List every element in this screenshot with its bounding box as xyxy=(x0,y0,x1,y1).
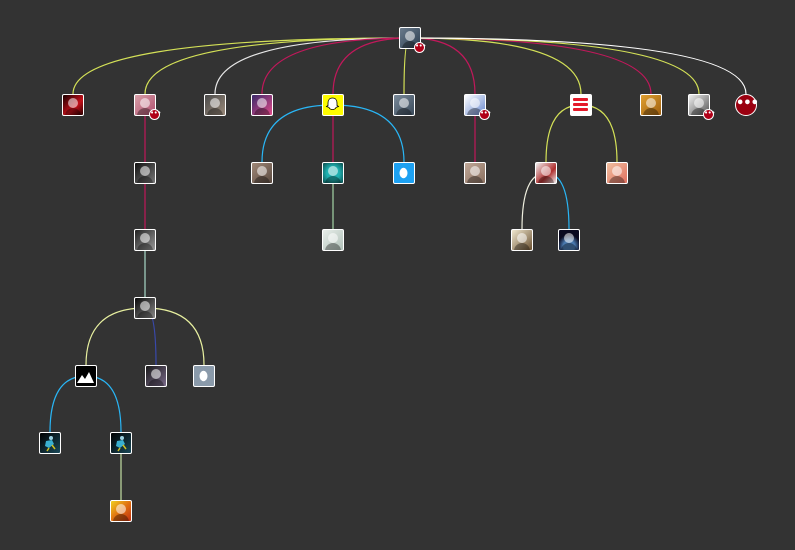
avatar-red-stripes-logo[interactable] xyxy=(570,94,592,116)
avatar-blue-figure-a[interactable] xyxy=(39,432,61,454)
avatar-man-glasses[interactable] xyxy=(393,94,415,116)
avatar-head-shape xyxy=(470,166,480,176)
avatar-head-shape xyxy=(140,166,150,176)
avatar-body-shape xyxy=(137,311,153,318)
avatar-head-shape xyxy=(399,98,409,108)
tree-connections xyxy=(49,37,747,500)
avatar-head-shape xyxy=(257,166,267,176)
avatar-bearded-man[interactable] xyxy=(204,94,226,116)
egg-icon xyxy=(399,167,408,179)
more-badge-icon[interactable]: ••• xyxy=(414,42,426,53)
avatar-body-shape xyxy=(148,379,164,386)
avatar-shrimp-illustration[interactable] xyxy=(322,229,344,251)
avatar-body-shape xyxy=(538,176,554,183)
avatar-head-shape xyxy=(564,233,574,243)
avatar-egg-default-blue[interactable] xyxy=(393,162,415,184)
avatar-body-shape xyxy=(113,514,129,521)
avatar-head-shape xyxy=(694,98,704,108)
figure-icon xyxy=(45,436,56,452)
avatar-man-photo[interactable] xyxy=(464,162,486,184)
avatar-body-shape xyxy=(467,176,483,183)
avatar-golden-statue[interactable] xyxy=(640,94,662,116)
avatar-mountain-icon[interactable] xyxy=(75,365,97,387)
avatar-head-shape xyxy=(470,98,480,108)
avatar-head-shape xyxy=(140,233,150,243)
avatar-man-hat[interactable] xyxy=(511,229,533,251)
avatar-red-figure[interactable] xyxy=(62,94,84,116)
avatar-body-shape xyxy=(561,243,577,250)
avatar-head-shape xyxy=(328,166,338,176)
avatar-head-shape xyxy=(68,98,78,108)
avatar-woman-pink[interactable] xyxy=(606,162,628,184)
avatar-teal-globe[interactable] xyxy=(322,162,344,184)
edge-n-root-n8 xyxy=(409,37,582,95)
avatar-earth-space[interactable] xyxy=(558,229,580,251)
avatar-snapchat-ghost[interactable] xyxy=(322,94,344,116)
avatar-woman-photo[interactable] xyxy=(251,162,273,184)
avatar-head-shape xyxy=(405,31,415,41)
more-badge-icon[interactable]: ••• xyxy=(149,109,161,120)
avatar-couple-selfie[interactable] xyxy=(251,94,273,116)
avatar-head-shape xyxy=(140,301,150,311)
avatar-head-shape xyxy=(140,98,150,108)
avatar-bw-portrait-b[interactable] xyxy=(134,229,156,251)
avatar-body-shape xyxy=(396,108,412,115)
mountain-icon xyxy=(77,372,94,383)
avatar-head-shape xyxy=(151,369,161,379)
avatar-body-shape xyxy=(65,108,81,115)
avatar-body-shape xyxy=(207,108,223,115)
avatar-body-shape xyxy=(254,108,270,115)
egg-icon xyxy=(199,370,208,382)
avatar-head-shape xyxy=(210,98,220,108)
avatar-head-shape xyxy=(517,233,527,243)
avatar-body-shape xyxy=(325,243,341,250)
avatar-head-shape xyxy=(646,98,656,108)
avatar-dim-photo[interactable] xyxy=(145,365,167,387)
avatar-blue-figure-b[interactable] xyxy=(110,432,132,454)
avatar-man-tie[interactable] xyxy=(535,162,557,184)
edge-n-root-n4 xyxy=(261,37,411,95)
figure-icon xyxy=(116,436,127,452)
avatar-head-shape xyxy=(257,98,267,108)
avatar-egg-default-grey[interactable] xyxy=(193,365,215,387)
avatar-bw-portrait-a[interactable] xyxy=(134,162,156,184)
avatar-yellow-pattern[interactable] xyxy=(110,500,132,522)
avatar-body-shape xyxy=(643,108,659,115)
edge-n-root-n-more xyxy=(409,37,747,95)
avatar-bw-portrait-c[interactable] xyxy=(134,297,156,319)
avatar-body-shape xyxy=(137,176,153,183)
edge-n-root-n2 xyxy=(144,37,411,95)
avatar-body-shape xyxy=(325,176,341,183)
edge-n-root-n10 xyxy=(409,37,700,95)
avatar-head-shape xyxy=(541,166,551,176)
avatar-head-shape xyxy=(612,166,622,176)
avatar-body-shape xyxy=(609,176,625,183)
more-badge-icon[interactable]: ••• xyxy=(703,109,715,120)
avatar-body-shape xyxy=(254,176,270,183)
more-badge-icon[interactable]: ••• xyxy=(479,109,491,120)
avatar-body-shape xyxy=(514,243,530,250)
avatar-head-shape xyxy=(116,504,126,514)
ghost-icon xyxy=(325,97,340,110)
avatar-head-shape xyxy=(328,233,338,243)
stripes-icon xyxy=(573,98,588,111)
more-options-node[interactable]: ••• xyxy=(735,94,759,116)
avatar-body-shape xyxy=(137,243,153,250)
